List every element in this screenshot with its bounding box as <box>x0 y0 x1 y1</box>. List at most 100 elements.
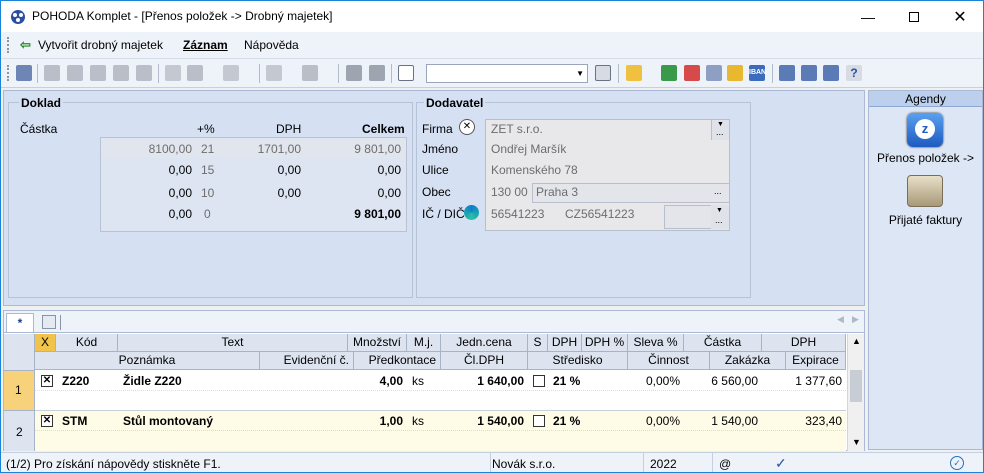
percent-21: 21 <box>201 142 215 156</box>
invoice-icon[interactable] <box>684 65 700 81</box>
col-evidencni[interactable]: Evidenční č. <box>260 352 354 370</box>
close-button[interactable]: ✕ <box>937 1 983 32</box>
menu-help[interactable]: Nápověda <box>244 38 299 52</box>
base-21: 8100,00 <box>148 142 192 156</box>
ellipsis-icon[interactable]: ... <box>714 186 722 196</box>
ares-lookup-icon[interactable] <box>464 205 479 220</box>
ic-field[interactable]: 56541223 <box>491 207 544 221</box>
iban-icon[interactable]: IBAN <box>749 65 766 81</box>
window-icon[interactable] <box>801 65 817 81</box>
grip-handle[interactable] <box>7 37 9 53</box>
agenda-item-transfer[interactable]: z Přenos položek -> <box>869 113 982 169</box>
address-book-icon[interactable]: ✕ <box>459 119 475 135</box>
col-poznamka[interactable]: Poznámka <box>35 352 260 370</box>
col-text[interactable]: Text <box>118 334 348 352</box>
col-kod[interactable]: Kód <box>56 334 118 352</box>
agenda-item-received-invoices[interactable]: Přijaté faktury <box>869 175 982 231</box>
monitor-icon[interactable] <box>779 65 795 81</box>
items-grid: * ◀ ▶ X Kód Text Množství M.j. Jedn.cena… <box>3 310 865 451</box>
col-x[interactable]: X <box>35 334 56 352</box>
row-select-checkbox[interactable]: ✕ <box>41 415 53 427</box>
col-mj[interactable]: M.j. <box>407 334 441 352</box>
money-icon[interactable] <box>661 65 677 81</box>
scrollbar-thumb[interactable] <box>850 370 862 402</box>
minimize-button[interactable]: — <box>845 1 891 32</box>
col-expirace[interactable]: Expirace <box>786 352 846 370</box>
col-s[interactable]: S <box>528 334 548 352</box>
dic-dropdown[interactable]: ▼ ... <box>711 205 729 229</box>
firma-field[interactable]: ZET s.r.o. <box>491 122 543 136</box>
maximize-button[interactable] <box>891 1 937 32</box>
row-select-checkbox[interactable]: ✕ <box>41 375 53 387</box>
jmeno-field[interactable]: Ondřej Maršík <box>491 142 566 156</box>
base-15[interactable]: 0,00 <box>114 163 192 177</box>
transfer-icon: z <box>907 113 943 147</box>
grid-scrollbar[interactable]: ▲ ▼ <box>847 334 864 451</box>
dph-10[interactable]: 0,00 <box>224 186 301 200</box>
col-mnozstvi[interactable]: Množství <box>348 334 407 352</box>
tools-icon[interactable] <box>302 65 318 81</box>
print-icon[interactable] <box>67 65 83 81</box>
col-zakazka[interactable]: Zakázka <box>710 352 786 370</box>
pen-check-icon[interactable]: ✓ <box>775 456 787 470</box>
calculator-icon[interactable] <box>706 65 722 81</box>
cell-amount: 1 540,00 <box>711 414 758 428</box>
col-dph[interactable]: DPH <box>548 334 582 352</box>
col-cl-dph[interactable]: Čl.DPH <box>441 352 528 370</box>
col-dph-percent[interactable]: DPH % <box>582 334 628 352</box>
castka-label: Částka <box>20 122 58 136</box>
row-number[interactable]: 1 <box>4 371 35 411</box>
ulice-field[interactable]: Komenského 78 <box>491 163 578 177</box>
clipboard-icon[interactable] <box>398 65 414 81</box>
new-document-icon[interactable] <box>165 65 181 81</box>
table-icon[interactable] <box>223 65 239 81</box>
scroll-right-icon[interactable]: ▶ <box>852 314 859 325</box>
panel-toggle-icon[interactable] <box>16 65 32 81</box>
dic-field[interactable]: CZ56541223 <box>565 207 634 221</box>
save-icon[interactable] <box>346 65 362 81</box>
menu-record[interactable]: Záznam <box>183 38 228 52</box>
filter-tab-icon[interactable] <box>42 315 56 329</box>
col-castka[interactable]: Částka <box>684 334 762 352</box>
filter-icon[interactable] <box>595 65 611 81</box>
status-at: @ <box>719 457 732 471</box>
table-row-sub[interactable] <box>35 431 846 451</box>
psc-field[interactable]: 130 00 <box>491 185 528 199</box>
col-cinnost[interactable]: Činnost <box>628 352 710 370</box>
export-icon[interactable] <box>113 65 129 81</box>
col-jedn-cena[interactable]: Jedn.cena <box>441 334 528 352</box>
cell-amount: 6 560,00 <box>711 374 758 388</box>
status-ok-icon[interactable]: ✓ <box>950 456 964 470</box>
filter-combobox[interactable]: ▼ <box>426 64 588 83</box>
cell-s-checkbox[interactable] <box>533 375 545 387</box>
col-predkontace[interactable]: Předkontace <box>354 352 441 370</box>
copy-record-icon[interactable] <box>44 65 60 81</box>
scroll-left-icon[interactable]: ◀ <box>837 314 844 325</box>
firma-dropdown[interactable]: ▼ ... <box>711 120 729 140</box>
folder-icon[interactable] <box>626 65 642 81</box>
grand-total: 9 801,00 <box>354 207 401 221</box>
attachment-icon[interactable] <box>136 65 152 81</box>
col-sleva[interactable]: Sleva % <box>628 334 684 352</box>
dph-15[interactable]: 0,00 <box>224 163 301 177</box>
row-number[interactable]: 2 <box>4 411 35 451</box>
base-0[interactable]: 0,00 <box>114 207 192 221</box>
coins-icon[interactable] <box>727 65 743 81</box>
save-all-icon[interactable] <box>369 65 385 81</box>
menu-create-small-asset[interactable]: Vytvořit drobný majetek <box>38 38 163 52</box>
help-icon[interactable]: ? <box>846 65 862 81</box>
edit-icon[interactable] <box>187 65 203 81</box>
back-icon[interactable] <box>266 65 282 81</box>
grip-handle[interactable] <box>7 65 9 81</box>
obec-field[interactable]: Praha 3 <box>536 185 578 199</box>
table-row-sub[interactable] <box>35 391 846 411</box>
base-10[interactable]: 0,00 <box>114 186 192 200</box>
scroll-up-icon[interactable]: ▲ <box>852 336 861 346</box>
cell-s-checkbox[interactable] <box>533 415 545 427</box>
calendar-icon[interactable] <box>823 65 839 81</box>
col-stredisko[interactable]: Středisko <box>528 352 628 370</box>
tab-all[interactable]: * <box>6 313 34 332</box>
col-dph-amount[interactable]: DPH <box>762 334 846 352</box>
scroll-down-icon[interactable]: ▼ <box>852 437 861 447</box>
print-preview-icon[interactable] <box>90 65 106 81</box>
